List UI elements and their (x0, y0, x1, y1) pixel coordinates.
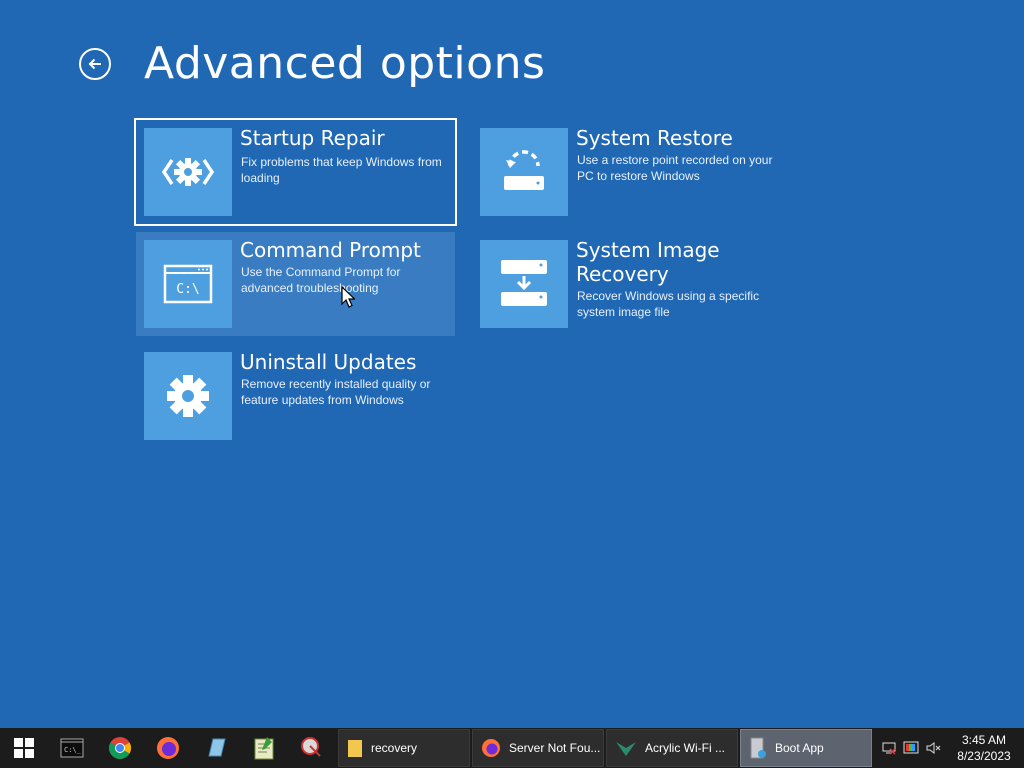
startup-repair-icon (144, 128, 232, 216)
taskbar-notepad[interactable] (192, 728, 240, 768)
taskbar-clock[interactable]: 3:45 AM 8/23/2023 (944, 732, 1024, 764)
taskbar-task-acrylic[interactable]: Acrylic Wi-Fi ... (606, 729, 738, 767)
mouse-cursor-icon (341, 286, 355, 308)
system-image-icon (480, 240, 568, 328)
task-label: Server Not Fou... (509, 741, 601, 755)
tile-description: Recover Windows using a specific system … (577, 289, 760, 319)
acrylic-icon (616, 742, 636, 756)
snipping-icon (301, 737, 321, 757)
start-icon (14, 738, 34, 758)
tile-description: Fix problems that keep Windows from load… (241, 155, 442, 185)
task-label: Acrylic Wi-Fi ... (645, 741, 725, 755)
network-icon[interactable] (878, 728, 900, 768)
volume-muted-icon[interactable] (922, 728, 944, 768)
boot-app-icon (750, 737, 766, 759)
tile-title: Uninstall Updates (240, 350, 417, 374)
taskbar-task-firefox[interactable]: Server Not Fou... (472, 729, 604, 767)
tile-description: Remove recently installed quality or fea… (241, 377, 431, 407)
svg-text:C:\_: C:\_ (64, 746, 82, 754)
editor-icon (254, 737, 274, 760)
tile-description: Use a restore point recorded on your PC … (577, 153, 773, 183)
gear-icon (144, 352, 232, 440)
tile-system-image-recovery[interactable]: System Image Recovery Recover Windows us… (472, 232, 792, 336)
task-label: recovery (371, 741, 418, 755)
terminal-icon: C:\_ (60, 738, 84, 758)
clock-time: 3:45 AM (961, 733, 1007, 747)
firefox-icon (157, 737, 179, 759)
task-label: Boot App (775, 741, 824, 755)
tile-title: Startup Repair (240, 126, 385, 150)
taskbar-terminal[interactable]: C:\_ (48, 728, 96, 768)
page-title: Advanced options (144, 38, 546, 89)
taskbar-task-recovery[interactable]: recovery (338, 729, 470, 767)
svg-text:C:\: C:\ (176, 282, 199, 297)
taskbar-chrome[interactable] (96, 728, 144, 768)
command-prompt-icon: C:\ (144, 240, 232, 328)
tile-title: System Image Recovery (576, 238, 720, 286)
taskbar-firefox[interactable] (144, 728, 192, 768)
clock-date: 8/23/2023 (957, 749, 1011, 763)
tile-title: System Restore (576, 126, 733, 150)
taskbar-snipping[interactable] (288, 728, 336, 768)
taskbar: C:\_ recovery Server Not Fou... Acrylic … (0, 728, 1024, 768)
taskbar-task-boot-app[interactable]: Boot App (740, 729, 872, 767)
tile-system-restore[interactable]: System Restore Use a restore point recor… (472, 120, 792, 224)
system-restore-icon (480, 128, 568, 216)
taskbar-editor[interactable] (240, 728, 288, 768)
system-tray: 3:45 AM 8/23/2023 (878, 728, 1024, 768)
notepad-icon (208, 738, 226, 757)
firefox-icon (482, 739, 500, 757)
back-arrow-icon (88, 58, 101, 70)
folder-icon (348, 740, 362, 757)
tile-uninstall-updates[interactable]: Uninstall Updates Remove recently instal… (136, 344, 455, 448)
back-button[interactable] (79, 48, 111, 80)
chrome-icon (109, 737, 131, 759)
tile-title: Command Prompt (240, 238, 421, 262)
start-button[interactable] (0, 728, 48, 768)
display-color-icon[interactable] (900, 728, 922, 768)
tile-startup-repair[interactable]: Startup Repair Fix problems that keep Wi… (134, 118, 457, 226)
tile-command-prompt[interactable]: C:\ Command Prompt Use the Command Promp… (136, 232, 455, 336)
